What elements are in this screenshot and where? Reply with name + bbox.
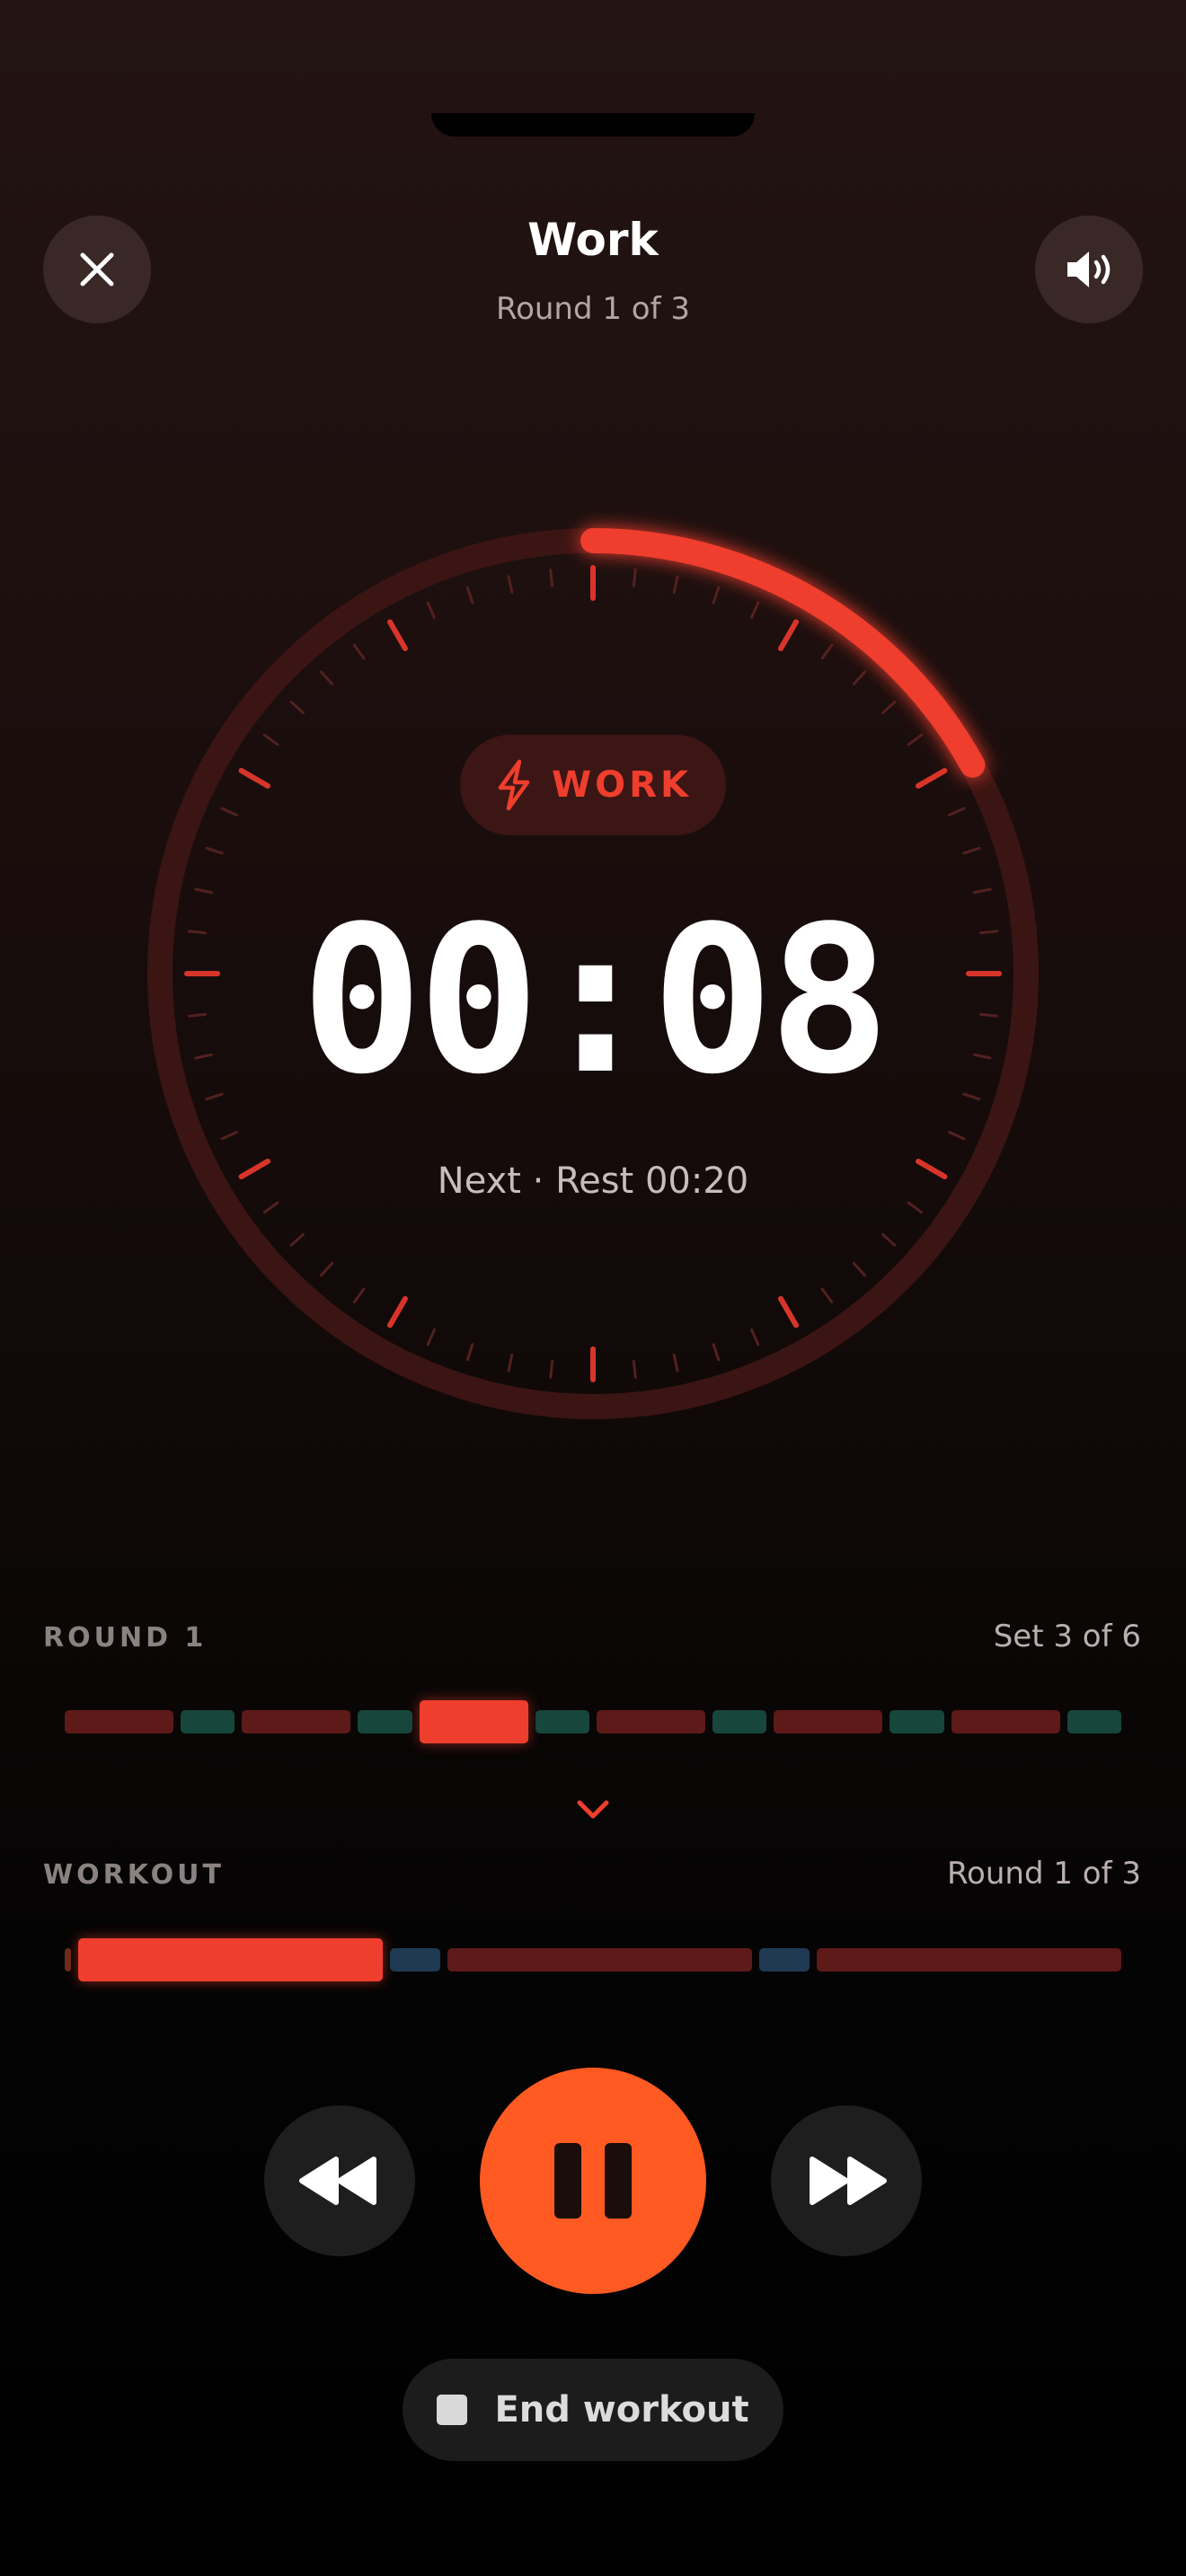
rest-segment	[712, 1710, 767, 1734]
chevron-down-icon[interactable]	[575, 1798, 611, 1822]
break-segment	[389, 1948, 440, 1972]
rewind-button[interactable]	[264, 2105, 415, 2256]
dial-tick-minor	[750, 601, 760, 620]
dial-tick-minor	[820, 643, 834, 660]
dial-tick-minor	[220, 807, 239, 816]
dial-tick-minor	[320, 1262, 334, 1277]
next-interval: Next · Rest 00:20	[437, 1160, 749, 1202]
dial-tick-minor	[549, 1360, 554, 1380]
pause-icon	[554, 2143, 581, 2219]
dial-tick-major	[387, 1295, 408, 1328]
work-segment	[951, 1710, 1060, 1734]
rest-segment	[358, 1710, 412, 1734]
dial-tick-minor	[973, 887, 992, 895]
dial-tick-minor	[352, 643, 366, 660]
dial-tick-minor	[320, 670, 334, 685]
work-segment	[242, 1710, 351, 1734]
break-segment	[758, 1948, 810, 1972]
dial-tick-minor	[672, 575, 679, 594]
dial-tick-minor	[947, 807, 966, 816]
rewind-icon	[299, 2157, 376, 2205]
rest-segment	[180, 1710, 235, 1734]
dial-tick-minor	[220, 1131, 239, 1141]
dial-tick-minor	[262, 733, 279, 746]
dial-tick-minor	[465, 586, 474, 604]
dial-tick-minor	[881, 1232, 897, 1247]
round-segment	[447, 1948, 752, 1972]
dial-tick-minor	[507, 575, 514, 594]
dial-tick-minor	[289, 701, 305, 715]
rest-segment	[1067, 1710, 1121, 1734]
lightning-icon	[498, 759, 530, 811]
pause-button[interactable]	[480, 2068, 706, 2294]
dial-tick-minor	[465, 1343, 474, 1362]
work-segment	[65, 1710, 173, 1734]
end-workout-label: End workout	[494, 2389, 749, 2430]
fast-forward-icon	[810, 2157, 887, 2205]
dial-tick-major	[387, 619, 408, 652]
dial-tick-major	[778, 1295, 799, 1328]
round-status: Set 3 of 6	[993, 1619, 1141, 1654]
dial-tick-minor	[962, 846, 981, 855]
dial-tick-minor	[852, 670, 866, 685]
dial-tick-minor	[549, 568, 554, 587]
dial-tick-minor	[672, 1354, 679, 1372]
dial-tick-major	[778, 619, 799, 652]
dial-tick-minor	[194, 887, 213, 895]
rest-segment	[890, 1710, 944, 1734]
dial-tick-minor	[750, 1328, 760, 1346]
dial-tick-major	[238, 768, 271, 789]
round-title: ROUND 1	[43, 1622, 208, 1654]
rest-segment	[535, 1710, 589, 1734]
work-segment	[419, 1700, 528, 1743]
dial-tick-minor	[426, 601, 436, 620]
dial-tick-minor	[712, 1343, 721, 1362]
stop-icon	[437, 2395, 468, 2425]
dial-tick-minor	[426, 1328, 436, 1346]
dial-tick-minor	[352, 1287, 366, 1304]
work-segment	[774, 1710, 883, 1734]
phase-badge: WORK	[460, 735, 726, 835]
round-segment	[817, 1948, 1121, 1972]
dial-tick-minor	[907, 733, 924, 746]
phase-label: WORK	[552, 764, 692, 806]
dial-progress	[580, 528, 986, 778]
dial-tick-minor	[947, 1131, 966, 1141]
countdown-time: 00:08	[300, 883, 890, 1119]
warmup-segment	[65, 1948, 71, 1972]
dial-tick-minor	[632, 568, 637, 587]
dial-tick-minor	[289, 1232, 305, 1247]
dial-tick-minor	[712, 586, 721, 604]
dial-tick-minor	[507, 1354, 514, 1372]
workout-title: WORKOUT	[43, 1859, 225, 1891]
dial-tick-minor	[820, 1287, 834, 1304]
dial-tick-minor	[881, 701, 897, 715]
dial-tick-minor	[205, 846, 224, 855]
end-workout-button[interactable]: End workout	[403, 2359, 783, 2461]
fast-forward-button[interactable]	[771, 2105, 922, 2256]
workout-status: Round 1 of 3	[946, 1856, 1141, 1892]
round-segment	[77, 1938, 383, 1981]
dial-tick-minor	[852, 1262, 866, 1277]
work-segment	[597, 1710, 705, 1734]
dial-tick-minor	[262, 1201, 279, 1214]
dial-tick-minor	[907, 1201, 924, 1214]
dial-tick-major	[915, 768, 948, 789]
dial-tick-minor	[632, 1360, 637, 1380]
